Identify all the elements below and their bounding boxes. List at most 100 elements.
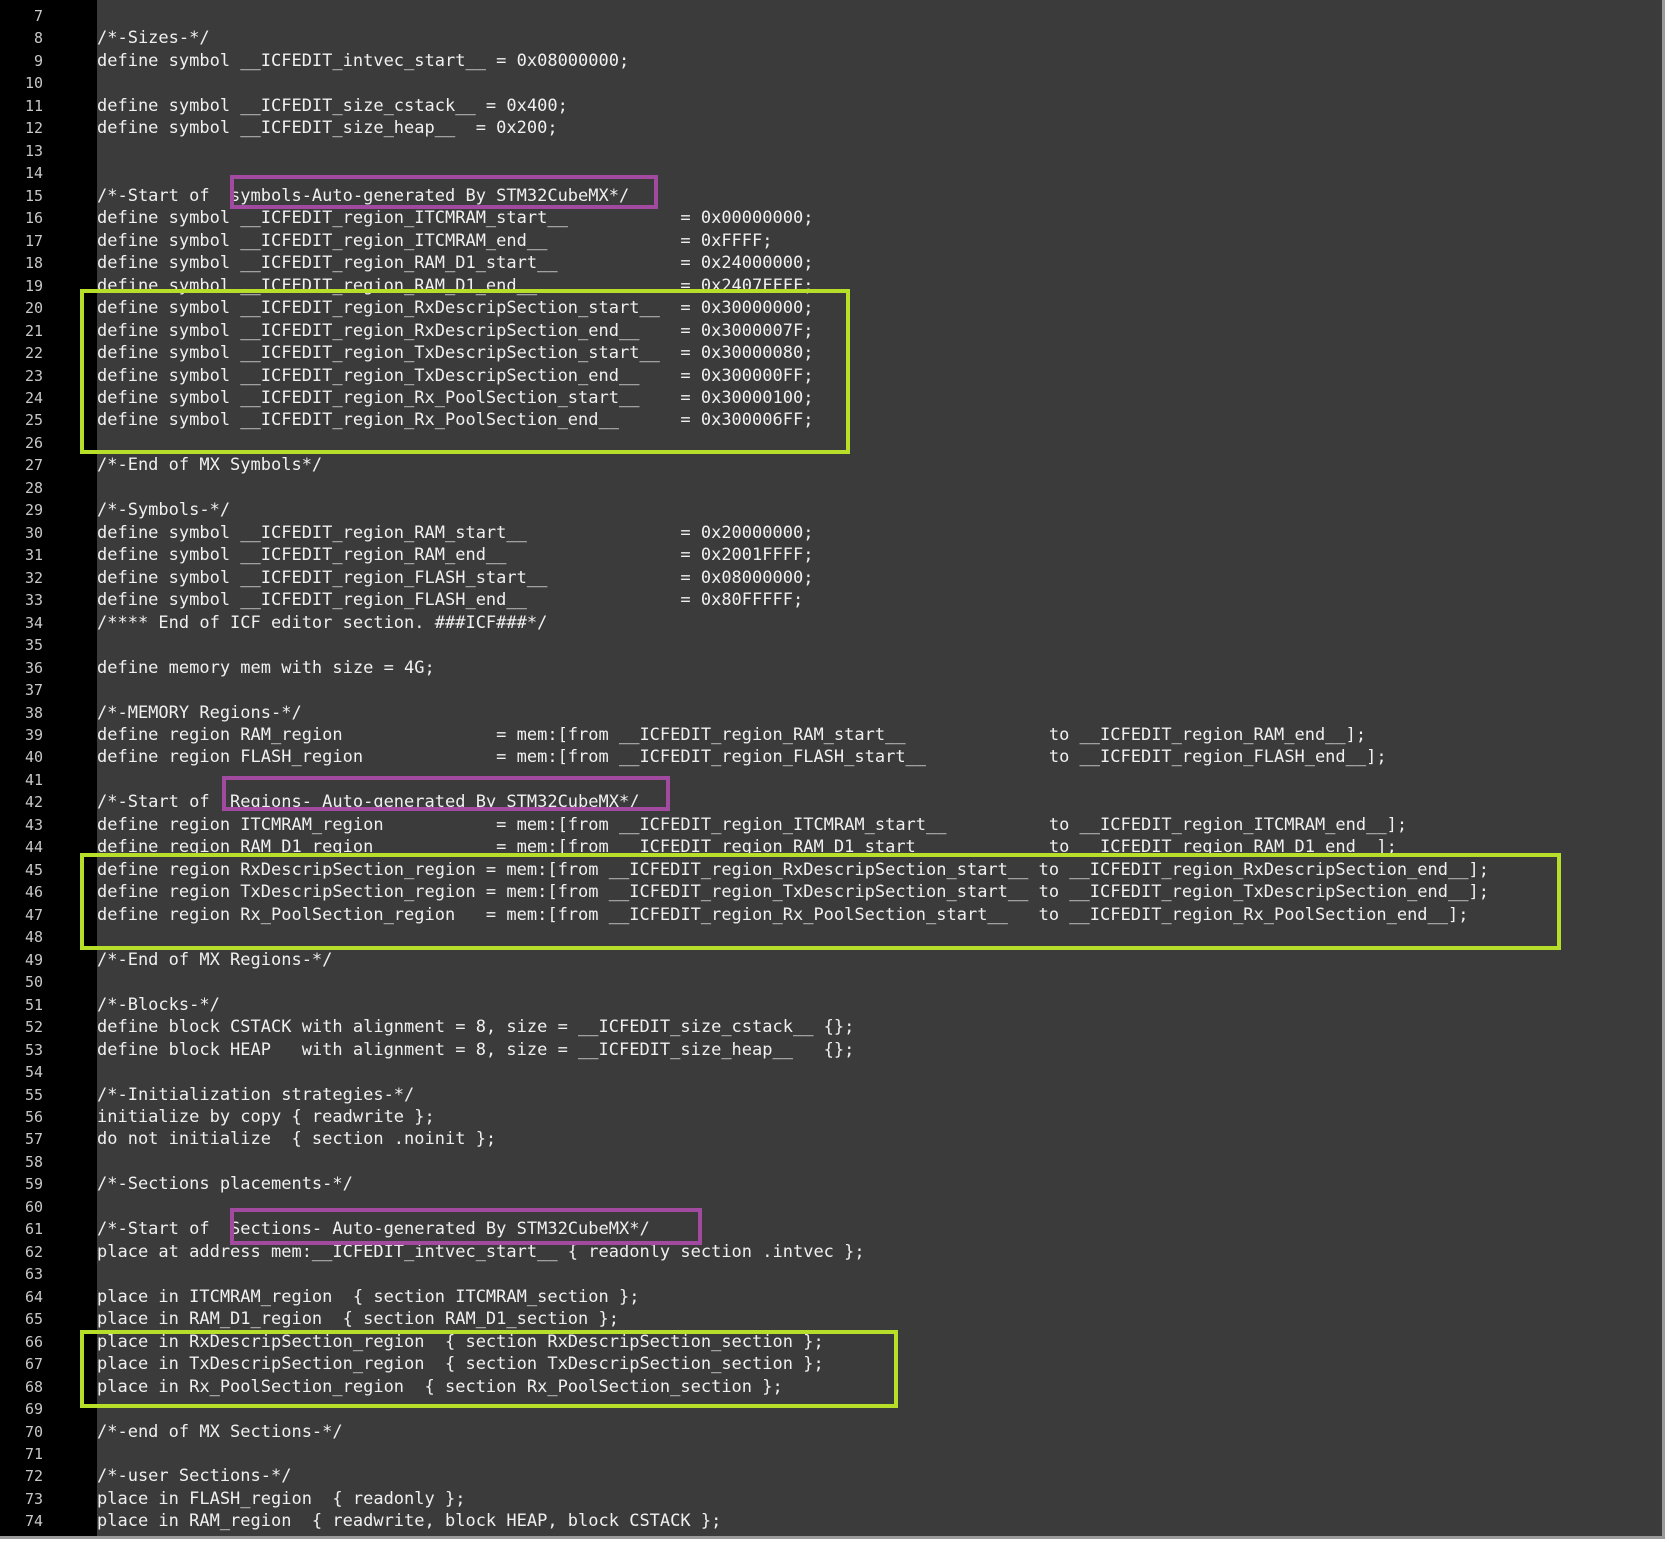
code-line[interactable]: 17 define symbol __ICFEDIT_region_ITCMRAM… — [0, 230, 1662, 252]
code-line[interactable]: 69 — [0, 1398, 1662, 1420]
code-line[interactable]: 72 /*-user Sections-*/ — [0, 1465, 1662, 1487]
line-text[interactable]: define memory mem with size = 4G; — [97, 657, 435, 679]
line-text[interactable]: /*-End of MX Regions-*/ — [97, 949, 332, 971]
line-text[interactable]: define symbol __ICFEDIT_region_ITCMRAM_e… — [97, 230, 773, 252]
code-line[interactable]: 46 define region TxDescripSection_region … — [0, 881, 1662, 903]
code-line[interactable]: 33 define symbol __ICFEDIT_region_FLASH_e… — [0, 589, 1662, 611]
line-text[interactable]: define symbol __ICFEDIT_size_heap__ = 0x… — [97, 117, 558, 139]
code-line[interactable]: 47 define region Rx_PoolSection_region = … — [0, 904, 1662, 926]
code-line[interactable]: 31 define symbol __ICFEDIT_region_RAM_end… — [0, 544, 1662, 566]
code-line[interactable]: 8 /*-Sizes-*/ — [0, 27, 1662, 49]
line-text[interactable]: define symbol __ICFEDIT_intvec_start__ =… — [97, 50, 629, 72]
line-text[interactable]: /*-Initialization strategies-*/ — [97, 1084, 414, 1106]
line-text[interactable]: place in FLASH_region { readonly }; — [97, 1488, 465, 1510]
line-text[interactable]: /*-end of MX Sections-*/ — [97, 1421, 343, 1443]
code-line[interactable]: 71 — [0, 1443, 1662, 1465]
line-text[interactable]: place in RAM_D1_region { section RAM_D1_… — [97, 1308, 619, 1330]
line-text[interactable]: define symbol __ICFEDIT_region_Rx_PoolSe… — [97, 409, 813, 431]
code-line[interactable]: 66 place in RxDescripSection_region { sec… — [0, 1331, 1662, 1353]
line-text[interactable]: define symbol __ICFEDIT_region_RAM_end__… — [97, 544, 813, 566]
code-line[interactable]: 15 /*-Start of symbols-Auto-generated By … — [0, 185, 1662, 207]
code-line[interactable]: 20 define symbol __ICFEDIT_region_RxDescr… — [0, 297, 1662, 319]
code-line[interactable]: 56 initialize by copy { readwrite }; — [0, 1106, 1662, 1128]
code-line[interactable]: 68 place in Rx_PoolSection_region { secti… — [0, 1376, 1662, 1398]
code-line[interactable]: 29 /*-Symbols-*/ — [0, 499, 1662, 521]
code-line[interactable]: 59 /*-Sections placements-*/ — [0, 1173, 1662, 1195]
line-text[interactable]: define symbol __ICFEDIT_region_RAM_D1_st… — [97, 252, 813, 274]
line-text[interactable]: place at address mem:__ICFEDIT_intvec_st… — [97, 1241, 865, 1263]
line-text[interactable]: define region RAM_D1_region = mem:[from … — [97, 836, 1397, 858]
code-line[interactable]: 36 define memory mem with size = 4G; — [0, 657, 1662, 679]
code-line[interactable]: 49 /*-End of MX Regions-*/ — [0, 949, 1662, 971]
line-text[interactable]: define region RAM_region = mem:[from __I… — [97, 724, 1366, 746]
line-text[interactable]: define symbol __ICFEDIT_region_RxDescrip… — [97, 320, 813, 342]
line-text[interactable]: define symbol __ICFEDIT_region_FLASH_sta… — [97, 567, 813, 589]
code-line[interactable]: 54 — [0, 1061, 1662, 1083]
code-line[interactable]: 19 define symbol __ICFEDIT_region_RAM_D1_… — [0, 275, 1662, 297]
code-line[interactable]: 74 place in RAM_region { readwrite, block… — [0, 1510, 1662, 1532]
line-text[interactable]: /*-Sizes-*/ — [97, 27, 210, 49]
code-line[interactable]: 63 — [0, 1263, 1662, 1285]
code-editor[interactable]: 7 8 /*-Sizes-*/ 9 define symbol __ICFEDIT_in… — [0, 0, 1665, 1539]
code-line[interactable]: 21 define symbol __ICFEDIT_region_RxDescr… — [0, 320, 1662, 342]
code-line[interactable]: 48 — [0, 926, 1662, 948]
line-text[interactable]: define region FLASH_region = mem:[from _… — [97, 746, 1387, 768]
line-text[interactable]: place in TxDescripSection_region { secti… — [97, 1353, 824, 1375]
code-line[interactable]: 11 define symbol __ICFEDIT_size_cstack__ … — [0, 95, 1662, 117]
line-text[interactable]: define symbol __ICFEDIT_region_RxDescrip… — [97, 297, 813, 319]
line-text[interactable]: define symbol __ICFEDIT_size_cstack__ = … — [97, 95, 568, 117]
line-text[interactable]: /*-Sections placements-*/ — [97, 1173, 353, 1195]
code-line[interactable]: 10 — [0, 72, 1662, 94]
code-line[interactable]: 37 — [0, 679, 1662, 701]
code-line[interactable]: 41 — [0, 769, 1662, 791]
line-text[interactable]: do not initialize { section .noinit }; — [97, 1128, 496, 1150]
line-text[interactable]: /*-user Sections-*/ — [97, 1465, 291, 1487]
code-line[interactable]: 67 place in TxDescripSection_region { sec… — [0, 1353, 1662, 1375]
line-text[interactable]: define symbol __ICFEDIT_region_FLASH_end… — [97, 589, 803, 611]
code-line[interactable]: 7 — [0, 5, 1662, 27]
code-line[interactable]: 26 — [0, 432, 1662, 454]
code-line[interactable]: 64 place in ITCMRAM_region { section ITCM… — [0, 1286, 1662, 1308]
line-text[interactable]: define region RxDescripSection_region = … — [97, 859, 1489, 881]
line-text[interactable]: define block CSTACK with alignment = 8, … — [97, 1016, 854, 1038]
code-line[interactable]: 51 /*-Blocks-*/ — [0, 994, 1662, 1016]
line-text[interactable]: define symbol __ICFEDIT_region_TxDescrip… — [97, 365, 813, 387]
line-text[interactable]: /*-Start of Sections- Auto-generated By … — [97, 1218, 650, 1240]
code-line[interactable]: 14 — [0, 162, 1662, 184]
line-text[interactable]: /*-End of MX Symbols*/ — [97, 454, 322, 476]
code-line[interactable]: 40 define region FLASH_region = mem:[from… — [0, 746, 1662, 768]
code-line[interactable]: 39 define region RAM_region = mem:[from _… — [0, 724, 1662, 746]
line-text[interactable]: place in RxDescripSection_region { secti… — [97, 1331, 824, 1353]
line-text[interactable]: define region ITCMRAM_region = mem:[from… — [97, 814, 1407, 836]
code-line[interactable]: 61 /*-Start of Sections- Auto-generated B… — [0, 1218, 1662, 1240]
code-line[interactable]: 52 define block CSTACK with alignment = 8… — [0, 1016, 1662, 1038]
line-text[interactable]: define region TxDescripSection_region = … — [97, 881, 1489, 903]
code-line[interactable]: 12 define symbol __ICFEDIT_size_heap__ = … — [0, 117, 1662, 139]
code-line[interactable]: 70 /*-end of MX Sections-*/ — [0, 1421, 1662, 1443]
code-line[interactable]: 60 — [0, 1196, 1662, 1218]
line-text[interactable]: define symbol __ICFEDIT_region_TxDescrip… — [97, 342, 813, 364]
code-line[interactable]: 28 — [0, 477, 1662, 499]
code-line[interactable]: 45 define region RxDescripSection_region … — [0, 859, 1662, 881]
code-line[interactable]: 58 — [0, 1151, 1662, 1173]
code-line[interactable]: 42 /*-Start of Regions- Auto-generated By… — [0, 791, 1662, 813]
code-line[interactable]: 35 — [0, 634, 1662, 656]
code-line[interactable]: 30 define symbol __ICFEDIT_region_RAM_sta… — [0, 522, 1662, 544]
line-text[interactable]: place in ITCMRAM_region { section ITCMRA… — [97, 1286, 639, 1308]
code-line[interactable]: 44 define region RAM_D1_region = mem:[fro… — [0, 836, 1662, 858]
code-line[interactable]: 32 define symbol __ICFEDIT_region_FLASH_s… — [0, 567, 1662, 589]
line-text[interactable]: /**** End of ICF editor section. ###ICF#… — [97, 612, 547, 634]
code-line[interactable]: 53 define block HEAP with alignment = 8, … — [0, 1039, 1662, 1061]
line-text[interactable]: define symbol __ICFEDIT_region_Rx_PoolSe… — [97, 387, 813, 409]
code-line[interactable]: 50 — [0, 971, 1662, 993]
code-line[interactable]: 65 place in RAM_D1_region { section RAM_D… — [0, 1308, 1662, 1330]
code-line[interactable]: 34 /**** End of ICF editor section. ###IC… — [0, 612, 1662, 634]
code-line[interactable]: 57 do not initialize { section .noinit }; — [0, 1128, 1662, 1150]
code-line[interactable]: 23 define symbol __ICFEDIT_region_TxDescr… — [0, 365, 1662, 387]
code-lines[interactable]: 7 8 /*-Sizes-*/ 9 define symbol __ICFEDIT_in… — [0, 5, 1662, 1533]
line-text[interactable]: /*-MEMORY Regions-*/ — [97, 702, 302, 724]
code-line[interactable]: 24 define symbol __ICFEDIT_region_Rx_Pool… — [0, 387, 1662, 409]
line-text[interactable]: define symbol __ICFEDIT_region_RAM_D1_en… — [97, 275, 813, 297]
code-line[interactable]: 55 /*-Initialization strategies-*/ — [0, 1084, 1662, 1106]
line-text[interactable]: /*-Start of symbols-Auto-generated By ST… — [97, 185, 629, 207]
